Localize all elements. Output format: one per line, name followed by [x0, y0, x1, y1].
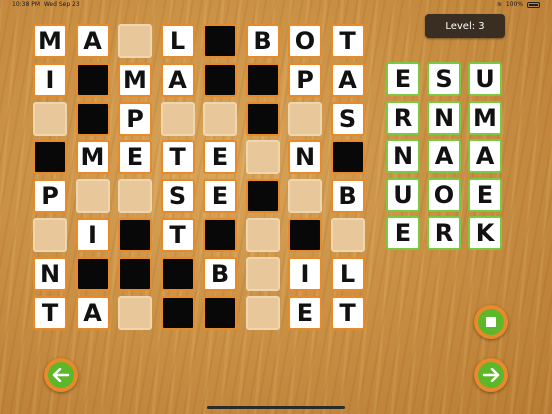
back-button[interactable]	[44, 358, 78, 392]
board-letter-cell[interactable]: T	[330, 24, 365, 58]
board-empty-cell[interactable]	[245, 218, 280, 252]
arrow-right-icon	[482, 368, 500, 382]
board-letter-cell[interactable]: A	[160, 62, 195, 97]
tray-letter-tile[interactable]: N	[427, 100, 461, 135]
home-indicator[interactable]	[207, 406, 345, 409]
tray-letter-tile[interactable]: R	[386, 100, 420, 135]
board-empty-cell[interactable]	[203, 101, 237, 136]
board-letter-cell[interactable]: E	[203, 179, 237, 214]
board-empty-cell[interactable]	[118, 295, 152, 330]
board-block-cell	[288, 218, 322, 252]
board-letter-cell[interactable]: E	[118, 140, 152, 175]
board-empty-cell[interactable]	[118, 24, 152, 58]
board-letter-cell[interactable]: M	[75, 140, 110, 175]
arrow-left-icon	[52, 368, 70, 382]
stop-square-icon	[486, 317, 496, 327]
board-letter-cell[interactable]: B	[245, 24, 280, 58]
board-letter-cell[interactable]: T	[160, 218, 195, 252]
board-block-cell	[160, 295, 195, 330]
tray-letter-tile[interactable]: U	[386, 177, 420, 212]
tray-letter-tile[interactable]: E	[386, 62, 420, 96]
board-letter-cell[interactable]: E	[203, 140, 237, 175]
board-letter-cell[interactable]: I	[33, 62, 67, 97]
tray-letter-tile[interactable]: O	[427, 177, 461, 212]
board-block-cell	[118, 218, 152, 252]
board-letter-cell[interactable]: S	[160, 179, 195, 214]
board-block-cell	[160, 256, 195, 291]
tray-letter-tile[interactable]: A	[468, 139, 502, 173]
board-letter-cell[interactable]: N	[33, 256, 67, 291]
board-block-cell	[245, 62, 280, 97]
board-empty-cell[interactable]	[245, 256, 280, 291]
tray-letter-tile[interactable]: E	[386, 216, 420, 250]
board-letter-cell[interactable]: L	[160, 24, 195, 58]
board-letter-cell[interactable]: A	[75, 295, 110, 330]
board-letter-cell[interactable]: I	[75, 218, 110, 252]
board-letter-cell[interactable]: B	[330, 179, 365, 214]
board-block-cell	[118, 256, 152, 291]
board-letter-cell[interactable]: T	[160, 140, 195, 175]
board-empty-cell[interactable]	[118, 179, 152, 214]
board-letter-cell[interactable]: O	[288, 24, 322, 58]
level-label: Level: 3	[445, 20, 485, 32]
board-block-cell	[33, 140, 67, 175]
board-empty-cell[interactable]	[330, 218, 365, 252]
board-letter-cell[interactable]: T	[330, 295, 365, 330]
board-empty-cell[interactable]	[245, 140, 280, 175]
battery-percent: 100%	[505, 1, 523, 8]
board-block-cell	[203, 295, 237, 330]
tray-letter-tile[interactable]: R	[427, 216, 461, 250]
board-letter-cell[interactable]: M	[118, 62, 152, 97]
board-block-cell	[245, 101, 280, 136]
board-letter-cell[interactable]: A	[75, 24, 110, 58]
board-letter-cell[interactable]: A	[330, 62, 365, 97]
board-empty-cell[interactable]	[33, 101, 67, 136]
board-letter-cell[interactable]: P	[118, 101, 152, 136]
board-block-cell	[203, 218, 237, 252]
board-empty-cell[interactable]	[288, 101, 322, 136]
board-letter-cell[interactable]: N	[288, 140, 322, 175]
board-letter-cell[interactable]: L	[330, 256, 365, 291]
tray-letter-tile[interactable]: N	[386, 139, 420, 173]
board-empty-cell[interactable]	[160, 101, 195, 136]
status-bar: 10:38 PM Wed Sep 23 ≋ 100%	[0, 0, 552, 10]
battery-icon	[527, 1, 540, 8]
board-block-cell	[75, 62, 110, 97]
level-indicator: Level: 3	[425, 14, 505, 38]
tray-letter-tile[interactable]: A	[427, 139, 461, 173]
board-letter-cell[interactable]: P	[33, 179, 67, 214]
board-empty-cell[interactable]	[33, 218, 67, 252]
board-letter-cell[interactable]: E	[288, 295, 322, 330]
board-letter-cell[interactable]: M	[33, 24, 67, 58]
board-block-cell	[330, 140, 365, 175]
board-empty-cell[interactable]	[245, 295, 280, 330]
tray-letter-tile[interactable]: K	[468, 216, 502, 250]
status-time: 10:38 PM	[12, 1, 40, 8]
board-empty-cell[interactable]	[288, 179, 322, 214]
status-date: Wed Sep 23	[43, 1, 80, 8]
board-block-cell	[245, 179, 280, 214]
tray-letter-tile[interactable]: U	[468, 62, 502, 96]
board-block-cell	[75, 101, 110, 136]
board-letter-cell[interactable]: T	[33, 295, 67, 330]
board-letter-cell[interactable]: S	[330, 101, 365, 136]
board-block-cell	[203, 24, 237, 58]
board-letter-cell[interactable]: I	[288, 256, 322, 291]
board-letter-cell[interactable]: P	[288, 62, 322, 97]
tray-letter-tile[interactable]: E	[468, 177, 502, 212]
tray-letter-tile[interactable]: M	[468, 100, 502, 135]
board-block-cell	[75, 256, 110, 291]
forward-button[interactable]	[474, 358, 508, 392]
board-block-cell	[203, 62, 237, 97]
tray-letter-tile[interactable]: S	[427, 62, 461, 96]
wifi-icon: ≋	[496, 1, 502, 8]
board-empty-cell[interactable]	[75, 179, 110, 214]
board-letter-cell[interactable]: B	[203, 256, 237, 291]
stop-button[interactable]	[474, 305, 508, 339]
